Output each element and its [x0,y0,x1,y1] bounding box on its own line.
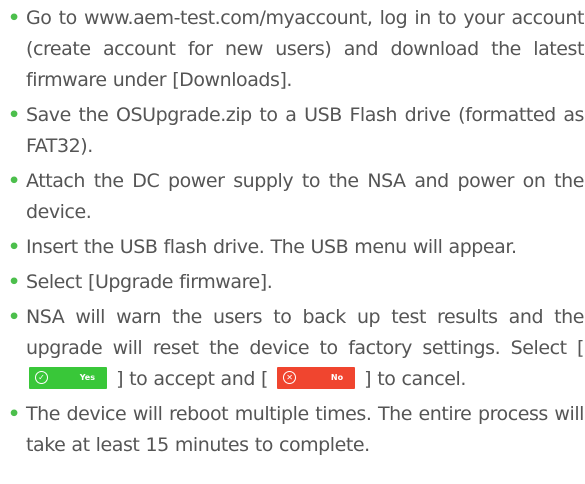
yes-button-image: ✓ Yes [29,366,107,389]
instruction-steps: • Go to www.aem-test.com/myaccount, log … [6,3,584,465]
bullet-icon: • [8,271,20,293]
step-text: Go to www.aem-test.com/myaccount, log in… [26,7,584,91]
step-item: • Select [Upgrade firmware]. [6,267,584,298]
step-text: Select [Upgrade firmware]. [26,271,273,293]
yes-button-label: Yes [79,372,95,382]
bullet-icon: • [8,104,20,126]
step-item: • Go to www.aem-test.com/myaccount, log … [6,3,584,96]
step-text-before: NSA will warn the users to back up test … [26,306,584,359]
no-button-label: No [330,372,344,382]
bullet-icon: • [8,236,20,258]
bullet-icon: • [8,403,20,425]
step-item: • Insert the USB flash drive. The USB me… [6,232,584,263]
step-item: • Save the OSUpgrade.zip to a USB Flash … [6,100,584,162]
x-circle-icon: ✕ [283,370,297,384]
check-circle-icon: ✓ [35,370,48,384]
step-text: Save the OSUpgrade.zip to a USB Flash dr… [26,104,584,157]
step-item: • The device will reboot multiple times.… [6,399,584,461]
step-text: Attach the DC power supply to the NSA an… [26,170,584,223]
no-button-image: ✕ No [277,366,356,389]
step-text: The device will reboot multiple times. T… [26,403,584,456]
bullet-icon: • [8,7,20,29]
step-text-after: ] to cancel. [364,368,466,390]
step-item: • NSA will warn the users to back up tes… [6,302,584,395]
bullet-icon: • [8,170,20,192]
step-item: • Attach the DC power supply to the NSA … [6,166,584,228]
step-text-middle: ] to accept and [ [116,368,268,390]
bullet-icon: • [8,306,20,328]
step-text: Insert the USB flash drive. The USB menu… [26,236,517,258]
